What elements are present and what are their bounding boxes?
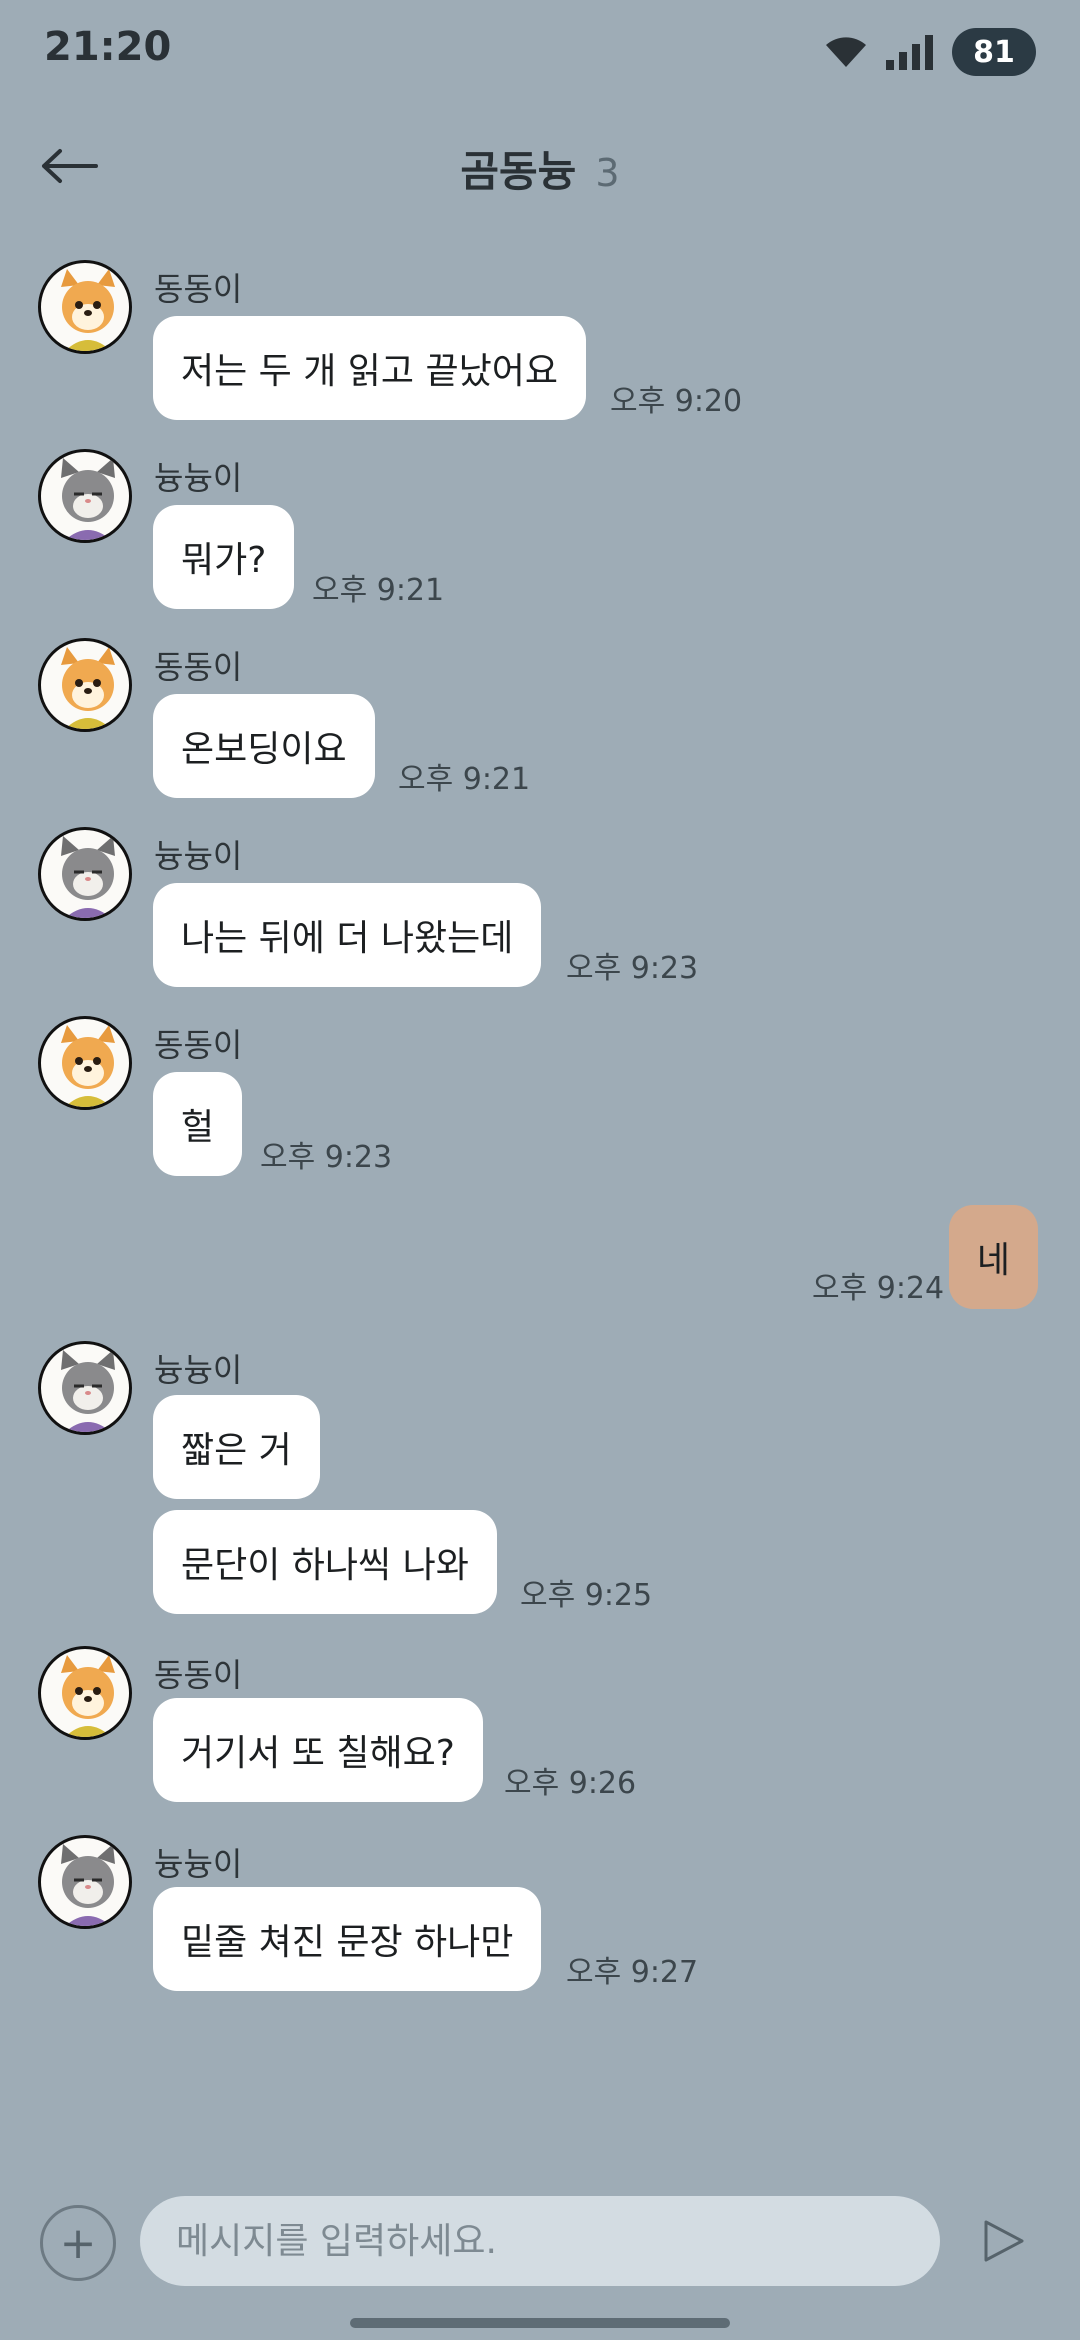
sender-name: 동동이 xyxy=(154,270,243,308)
message-time: 오후 9:23 xyxy=(566,951,699,986)
chat-title: 곰동늉 xyxy=(460,147,577,196)
sender-name: 늉늉이 xyxy=(154,1351,243,1389)
message-time: 오후 9:20 xyxy=(610,384,743,419)
message-bubble[interactable]: 저는 두 개 읽고 끝났어요 xyxy=(153,316,586,420)
message-bubble[interactable]: 밑줄 쳐진 문장 하나만 xyxy=(153,1887,542,1991)
my-message-bubble[interactable]: 네 xyxy=(948,1205,1038,1309)
message-time: 오후 9:21 xyxy=(398,762,531,797)
message-time: 오후 9:24 xyxy=(812,1271,945,1306)
chat-title-wrap: 곰동늉 3 xyxy=(0,138,1080,199)
dog-avatar-icon xyxy=(61,269,115,351)
battery-level: 81 xyxy=(973,34,1015,70)
avatar-dog[interactable] xyxy=(38,1646,132,1740)
dog-avatar-icon xyxy=(61,647,115,729)
avatar-dog[interactable] xyxy=(38,260,132,354)
message-bubble[interactable]: 거기서 또 칠해요? xyxy=(153,1698,483,1802)
chat-screen: 21:20 81 곰동늉 3 동동이 저는 두 개 읽고 끝났어요 오후 9:2… xyxy=(0,0,1080,2340)
message-time: 오후 9:27 xyxy=(566,1955,699,1990)
avatar-dog[interactable] xyxy=(38,638,132,732)
cat-avatar-icon xyxy=(61,1350,115,1432)
message-bubble[interactable]: 짧은 거 xyxy=(153,1395,320,1499)
message-time: 오후 9:21 xyxy=(312,573,445,608)
sender-name: 늉늉이 xyxy=(154,459,243,497)
message-bubble[interactable]: 뭐가? xyxy=(153,505,295,609)
message-bubble[interactable]: 헐 xyxy=(153,1072,243,1176)
attach-button[interactable]: + xyxy=(40,2205,116,2281)
status-icons: 81 xyxy=(824,28,1036,76)
dog-avatar-icon xyxy=(61,1025,115,1107)
signal-icon xyxy=(886,35,933,70)
message-bubble[interactable]: 문단이 하나씩 나와 xyxy=(153,1510,497,1614)
send-icon xyxy=(984,2220,1024,2262)
avatar-dog[interactable] xyxy=(38,1016,132,1110)
wifi-icon xyxy=(826,37,866,67)
cat-avatar-icon xyxy=(61,458,115,540)
status-time: 21:20 xyxy=(44,24,172,70)
sender-name: 동동이 xyxy=(154,1026,243,1064)
dog-avatar-icon xyxy=(61,1655,115,1737)
member-count: 3 xyxy=(595,151,620,195)
sender-name: 동동이 xyxy=(154,648,243,686)
chat-header: 곰동늉 3 xyxy=(0,120,1080,210)
message-bubble[interactable]: 온보딩이요 xyxy=(153,694,375,798)
home-indicator[interactable] xyxy=(350,2318,730,2328)
message-bubble[interactable]: 나는 뒤에 더 나왔는데 xyxy=(153,883,542,987)
avatar-cat[interactable] xyxy=(38,827,132,921)
message-time: 오후 9:25 xyxy=(520,1578,653,1613)
cat-avatar-icon xyxy=(61,836,115,918)
cat-avatar-icon xyxy=(61,1844,115,1926)
message-input[interactable] xyxy=(140,2196,940,2286)
sender-name: 늉늉이 xyxy=(154,837,243,875)
message-time: 오후 9:23 xyxy=(260,1140,393,1175)
message-composer: + xyxy=(0,2190,1080,2294)
send-button[interactable] xyxy=(978,2216,1028,2266)
plus-icon: + xyxy=(59,2217,97,2269)
avatar-cat[interactable] xyxy=(38,1341,132,1435)
avatar-cat[interactable] xyxy=(38,449,132,543)
avatar-cat[interactable] xyxy=(38,1835,132,1929)
battery-icon: 81 xyxy=(952,28,1036,76)
sender-name: 늉늉이 xyxy=(154,1845,243,1883)
status-bar: 21:20 81 xyxy=(0,0,1080,100)
message-time: 오후 9:26 xyxy=(504,1766,637,1801)
sender-name: 동동이 xyxy=(154,1656,243,1694)
